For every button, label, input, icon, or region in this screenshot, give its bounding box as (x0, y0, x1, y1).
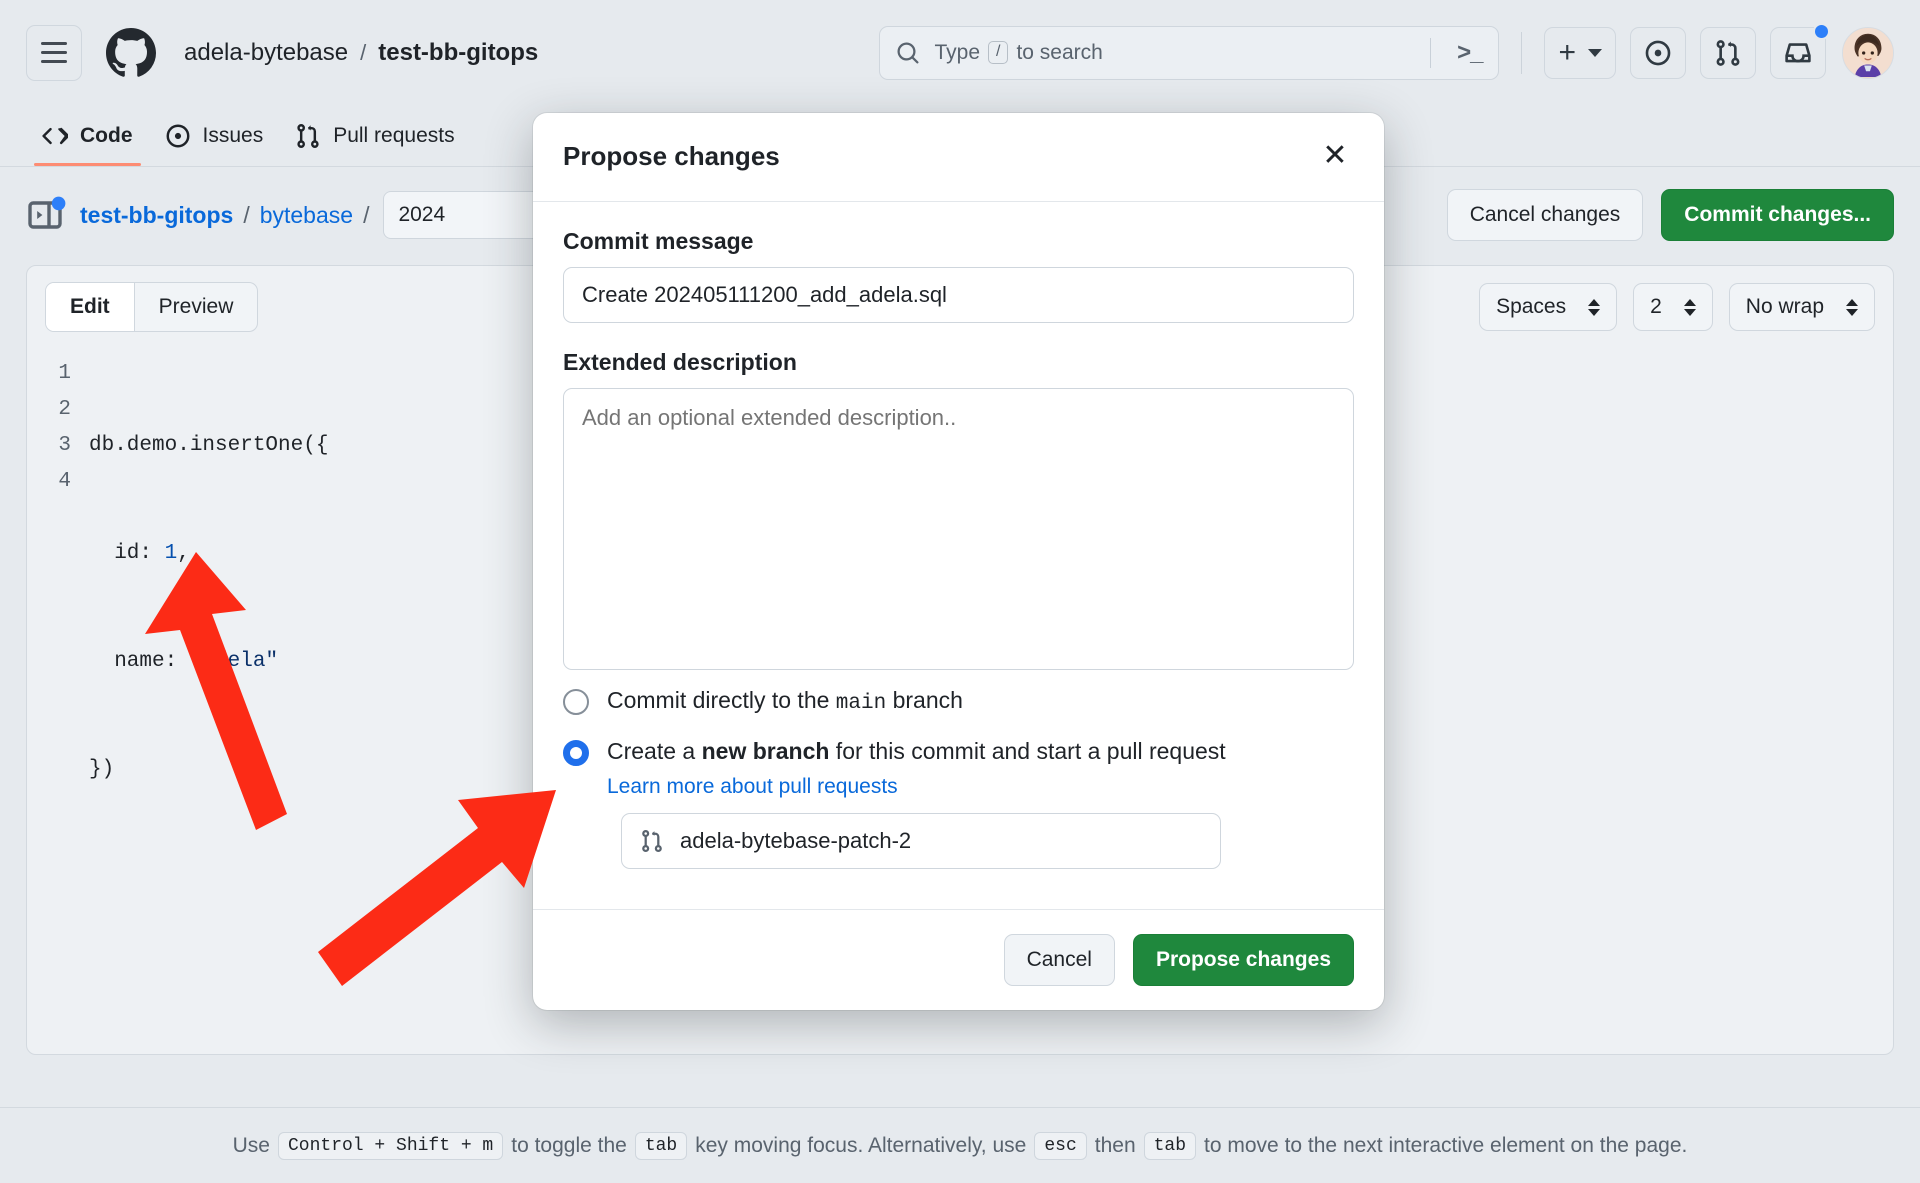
footer-text-4: then (1094, 1133, 1136, 1157)
footer-text-1: Use (232, 1133, 270, 1157)
kbd-control-shift-m: Control + Shift + m (278, 1131, 504, 1160)
radio-row-commit-direct[interactable]: Commit directly to the main branch (563, 685, 1354, 718)
new-branch-block: Create a new branch for this commit and … (607, 736, 1226, 870)
radio-direct-suffix: branch (886, 687, 963, 713)
kbd-esc: esc (1034, 1131, 1087, 1160)
commit-message-input[interactable]: Create 202405111200_add_adela.sql (563, 267, 1354, 323)
kbd-tab-1: tab (634, 1131, 688, 1160)
footer-text-2: to toggle the (511, 1133, 627, 1157)
dialog-propose-changes-button[interactable]: Propose changes (1132, 934, 1354, 987)
radio-commit-directly[interactable] (563, 689, 589, 715)
radio-new-suffix: for this commit and start a pull request (829, 738, 1226, 765)
propose-changes-dialog: Propose changes ✕ Commit message Create … (533, 113, 1384, 1011)
dialog-cancel-button[interactable]: Cancel (1003, 934, 1115, 987)
radio-create-new-branch[interactable] (563, 740, 589, 767)
radio-commit-directly-label: Commit directly to the main branch (607, 685, 963, 718)
learn-more-pull-requests-link[interactable]: Learn more about pull requests (607, 775, 1226, 799)
dialog-body: Commit message Create 202405111200_add_a… (533, 202, 1384, 891)
commit-target-radio-group: Commit directly to the main branch Creat… (563, 675, 1354, 870)
dialog-title: Propose changes (563, 140, 780, 171)
extended-description-textarea[interactable] (563, 388, 1354, 670)
radio-direct-prefix: Commit directly to the (607, 687, 836, 713)
close-icon[interactable]: ✕ (1316, 137, 1354, 175)
github-file-edit-page: adela-bytebase / test-bb-gitops Type / t… (0, 0, 1920, 1183)
radio-row-new-branch[interactable]: Create a new branch for this commit and … (563, 736, 1354, 870)
dialog-header: Propose changes ✕ (533, 113, 1384, 202)
new-branch-name-input[interactable]: adela-bytebase-patch-2 (621, 813, 1221, 870)
radio-new-prefix: Create a (607, 738, 702, 765)
extended-description-label: Extended description (563, 349, 797, 375)
radio-new-bold: new branch (701, 738, 830, 765)
new-branch-name-value: adela-bytebase-patch-2 (680, 828, 912, 854)
radio-create-new-branch-label: Create a new branch for this commit and … (607, 736, 1226, 767)
footer-text-5: to move to the next interactive element … (1204, 1133, 1688, 1157)
branch-icon (642, 830, 662, 853)
dialog-footer: Cancel Propose changes (533, 909, 1384, 1010)
footer-text-3: key moving focus. Alternatively, use (695, 1133, 1027, 1157)
keyboard-hint-footer: Use Control + Shift + m to toggle the ta… (0, 1107, 1920, 1183)
main-branch-name: main (835, 692, 887, 715)
commit-message-label: Commit message (563, 228, 754, 254)
kbd-tab-2: tab (1143, 1131, 1197, 1160)
